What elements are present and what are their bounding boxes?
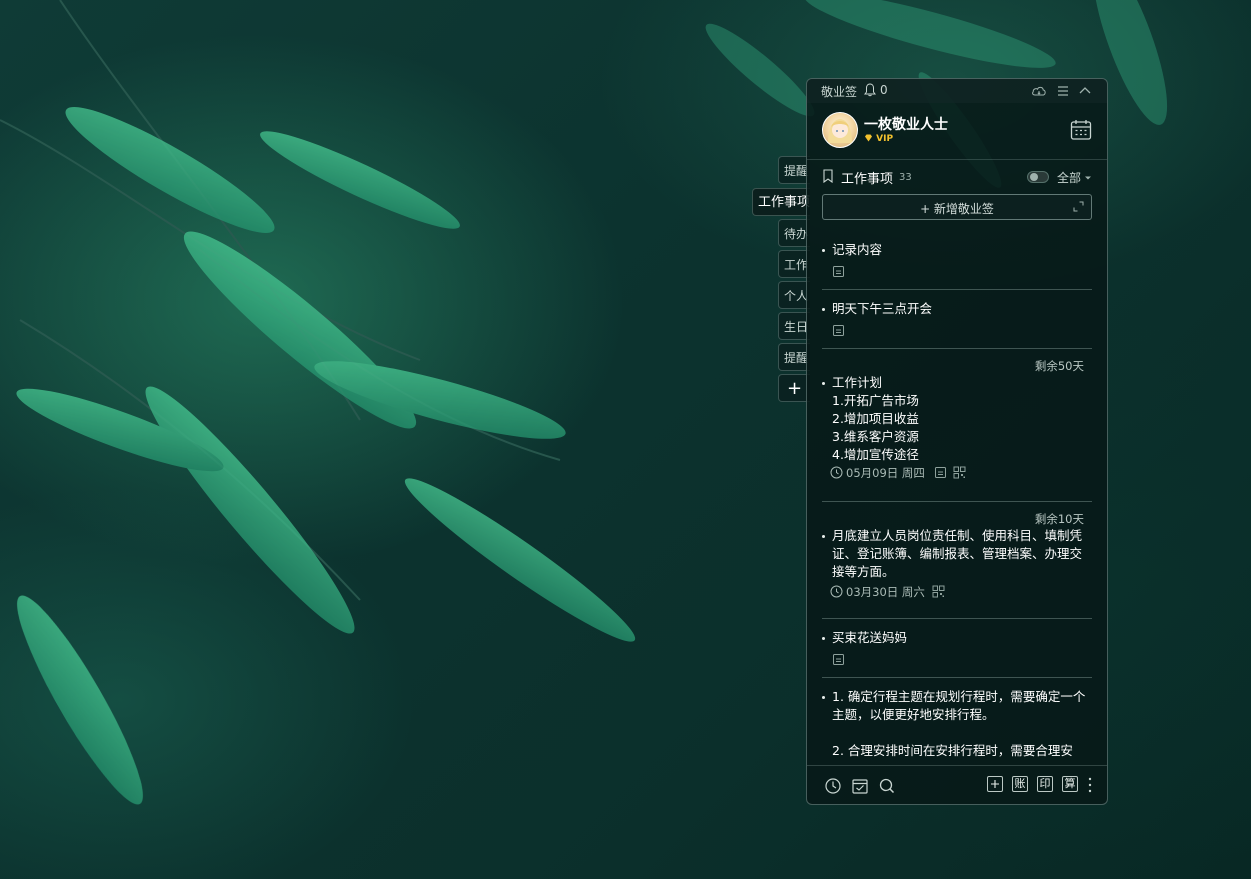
add-note-label: + 新增敬业签 (920, 202, 994, 216)
caret-down-icon (1085, 176, 1092, 180)
note-text: 明天下午三点开会 (832, 301, 933, 316)
add-note-button[interactable]: + 新增敬业签 (822, 194, 1092, 220)
note-count: 33 (899, 172, 912, 183)
avatar-illustration (828, 119, 852, 143)
filter-dropdown[interactable]: 全部 (1057, 169, 1092, 186)
note-meta: 03月30日 周六 (830, 585, 1030, 601)
note-item[interactable]: 剩余10天 月底建立人员岗位责任制、使用科目、填制凭证、登记账簿、编制报表、管理… (822, 511, 1092, 621)
note-text: 买束花送妈妈 (832, 630, 908, 645)
vip-badge: VIP (864, 134, 893, 144)
divider (822, 501, 1092, 502)
divider (822, 618, 1092, 619)
note-item[interactable]: 1. 确定行程主题在规划行程时，需要确定一个主题，以便更好地安排行程。 2. 合… (822, 689, 1092, 761)
plus-icon (991, 780, 999, 788)
note-text: 记录内容 (832, 242, 883, 257)
expand-icon[interactable] (1073, 201, 1084, 212)
section-header: 工作事项 33 全部 (807, 165, 1107, 189)
filter-label: 全部 (1057, 171, 1082, 185)
title-bar: 敬业签 0 (807, 79, 1107, 103)
note-list: 记录内容 明天下午三点开会 剩余50天 工作计划 1.开拓广告市场 2.增加项目… (807, 225, 1107, 761)
vip-label: VIP (876, 134, 894, 144)
plus-icon: + (786, 378, 803, 399)
section-title: 工作事项 (841, 172, 894, 187)
collapse-icon[interactable] (1077, 83, 1093, 99)
archive-icon[interactable] (832, 265, 845, 278)
username[interactable]: 一枚敬业人士 (864, 114, 948, 134)
note-text: 1. 确定行程主题在规划行程时，需要确定一个主题，以便更好地安排行程。 2. 合… (832, 689, 1086, 758)
display-toggle[interactable] (1027, 171, 1049, 183)
tab-label: 提醒 (784, 164, 809, 178)
clock-icon (830, 585, 843, 598)
tab-label: 工作事项 (758, 195, 810, 210)
archive-icon[interactable] (934, 466, 947, 479)
note-item[interactable]: 记录内容 (822, 242, 1092, 285)
app-name: 敬业签 (821, 85, 858, 99)
accounting-button[interactable]: 账 (1012, 776, 1028, 792)
note-text: 工作计划 1.开拓广告市场 2.增加项目收益 3.维系客户资源 4.增加宣传途径 (832, 375, 919, 462)
remaining-days: 剩余10天 (1034, 512, 1084, 526)
tab-label: 待办 (784, 227, 809, 241)
remaining-days: 剩余50天 (1034, 359, 1084, 373)
note-item[interactable]: 剩余50天 工作计划 1.开拓广告市场 2.增加项目收益 3.维系客户资源 4.… (822, 358, 1092, 488)
archive-icon[interactable] (832, 324, 845, 337)
note-text: 月底建立人员岗位责任制、使用科目、填制凭证、登记账簿、编制报表、管理档案、办理交… (832, 528, 1083, 579)
bullet (822, 696, 825, 699)
bell-icon[interactable] (864, 83, 876, 97)
archive-icon[interactable] (832, 653, 845, 666)
print-button[interactable]: 印 (1037, 776, 1053, 792)
bookmark-icon (823, 169, 833, 183)
bullet (822, 637, 825, 640)
history-clock-icon[interactable] (824, 777, 842, 795)
divider (822, 289, 1092, 290)
bottom-toolbar: 账 印 算 (807, 765, 1107, 804)
tab-label: 生日 (784, 320, 809, 334)
bullet (822, 535, 825, 538)
clock-icon (830, 466, 843, 479)
note-meta: 05月09日 周四 (830, 466, 1030, 482)
reminder-date: 03月30日 周六 (846, 585, 925, 599)
calculator-button[interactable]: 算 (1062, 776, 1078, 792)
tab-label: 工作 (784, 258, 809, 272)
menu-icon[interactable] (1055, 83, 1071, 99)
toggle-knob (1030, 173, 1038, 181)
cloud-sync-icon[interactable] (1031, 83, 1047, 99)
avatar[interactable] (822, 112, 858, 148)
notification-count: 0 (880, 83, 888, 97)
qrcode-icon[interactable] (953, 466, 966, 479)
add-button[interactable] (987, 776, 1003, 792)
bullet (822, 249, 825, 252)
divider (822, 348, 1092, 349)
tab-label: 提醒 (784, 351, 809, 365)
reminder-date: 05月09日 周四 (846, 466, 925, 480)
calendar-icon[interactable] (1069, 118, 1093, 142)
divider (822, 677, 1092, 678)
tab-label: 个人 (784, 289, 809, 303)
completed-tasks-icon[interactable] (851, 777, 869, 795)
bullet (822, 382, 825, 385)
note-item[interactable]: 明天下午三点开会 (822, 301, 1092, 344)
note-item[interactable]: 买束花送妈妈 (822, 630, 1092, 673)
bullet (822, 308, 825, 311)
search-icon[interactable] (878, 777, 896, 795)
note-panel: 敬业签 0 一枚敬业人士 VIP 工作事项 33 全部 + 新增敬业签 记录内容… (806, 78, 1108, 805)
tab-work-items[interactable]: 工作事项 (752, 188, 810, 216)
user-profile: 一枚敬业人士 VIP (807, 103, 1107, 160)
qrcode-icon[interactable] (932, 585, 945, 598)
more-options-icon[interactable] (1088, 776, 1092, 794)
diamond-icon (865, 134, 872, 142)
